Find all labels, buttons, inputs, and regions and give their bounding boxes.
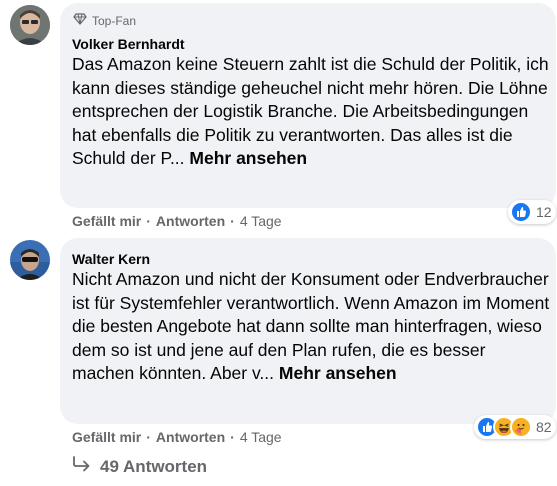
reaction-summary[interactable]: 12 bbox=[508, 200, 556, 224]
comment-timestamp[interactable]: 4 Tage bbox=[240, 429, 282, 445]
reply-button[interactable]: Antworten bbox=[156, 429, 225, 445]
comment-author[interactable]: Walter Kern bbox=[72, 251, 150, 267]
badge-label: Top-Fan bbox=[92, 13, 137, 28]
reaction-count: 12 bbox=[536, 204, 552, 220]
reply-button[interactable]: Antworten bbox=[156, 213, 225, 229]
separator: · bbox=[146, 213, 151, 229]
care-icon bbox=[510, 416, 532, 438]
comment-text: Nicht Amazon und nicht der Konsument ode… bbox=[72, 268, 550, 386]
view-replies-link[interactable]: 49 Antworten bbox=[72, 456, 207, 477]
avatar[interactable] bbox=[10, 240, 50, 280]
separator: · bbox=[230, 429, 235, 445]
like-button[interactable]: Gefällt mir bbox=[72, 429, 141, 445]
comment-author[interactable]: Volker Bernhardt bbox=[72, 36, 185, 52]
comment-body: Das Amazon keine Steuern zahlt ist die S… bbox=[72, 54, 549, 168]
reply-arrow-icon bbox=[72, 456, 92, 477]
see-more-link[interactable]: Mehr ansehen bbox=[189, 148, 307, 168]
top-fan-badge: Top-Fan bbox=[73, 13, 136, 28]
comment-timestamp[interactable]: 4 Tage bbox=[240, 213, 282, 229]
diamond-icon bbox=[73, 13, 87, 28]
separator: · bbox=[230, 213, 235, 229]
like-icon bbox=[510, 201, 532, 223]
see-more-link[interactable]: Mehr ansehen bbox=[279, 363, 397, 383]
separator: · bbox=[146, 429, 151, 445]
like-button[interactable]: Gefällt mir bbox=[72, 213, 141, 229]
comment-actions: Gefällt mir · Antworten · 4 Tage bbox=[72, 213, 282, 229]
comment-actions: Gefällt mir · Antworten · 4 Tage bbox=[72, 429, 282, 445]
reaction-summary[interactable]: 82 bbox=[474, 415, 556, 439]
comment-text: Das Amazon keine Steuern zahlt ist die S… bbox=[72, 53, 550, 171]
view-replies-label: 49 Antworten bbox=[100, 456, 208, 476]
avatar[interactable] bbox=[10, 5, 50, 45]
reaction-count: 82 bbox=[536, 419, 552, 435]
